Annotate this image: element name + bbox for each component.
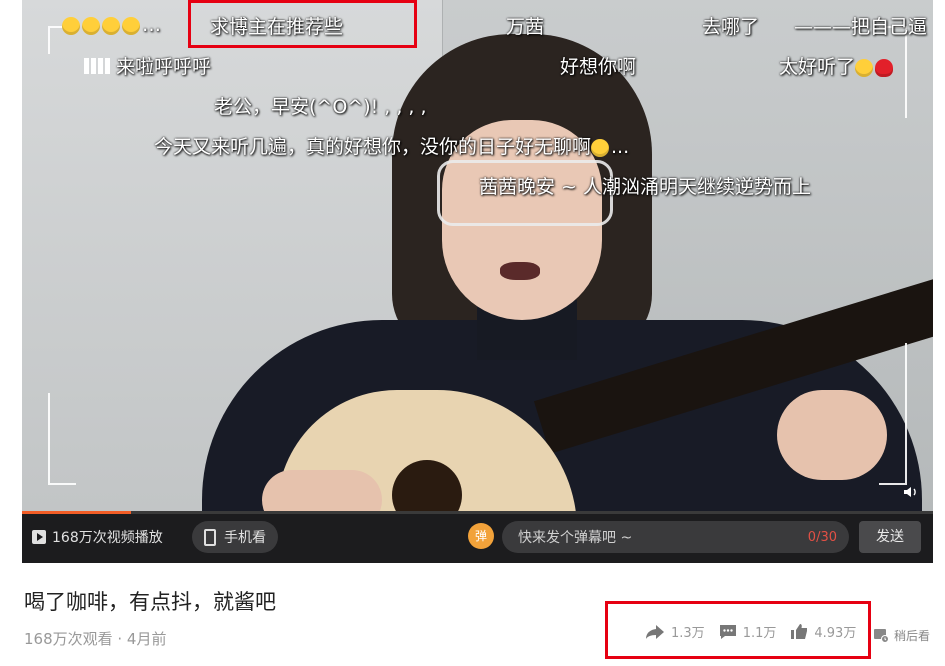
danmaku-emoji-row: … — [62, 14, 161, 36]
danmaku-text: ... — [611, 136, 630, 158]
player-control-bar: 168万次视频播放 手机看 弹 快来发个弹幕吧 ~ 0/30 发送 — [22, 511, 933, 563]
mouth — [500, 262, 540, 280]
danmaku-item-with-emoji: 今天又来听几遍，真的好想你，没你的日子好无聊啊... — [154, 132, 629, 159]
danmaku-item: 茜茜晚安 ~ 人潮汹涌明天继续逆势而上 — [479, 176, 811, 198]
highlight-box-actions — [605, 601, 871, 659]
hand-left — [262, 470, 382, 511]
play-count-text: 168万次视频播放 — [52, 530, 163, 546]
bars-icon — [84, 57, 112, 79]
danmaku-input[interactable]: 快来发个弹幕吧 ~ 0/30 — [502, 521, 849, 553]
heart-icon — [875, 58, 894, 77]
danmaku-text: … — [142, 14, 161, 36]
danmaku-item: 好想你啊 — [560, 56, 637, 78]
frame-corner-br — [879, 343, 907, 485]
danmaku-placeholder: 快来发个弹幕吧 ~ — [518, 530, 633, 546]
phone-icon — [204, 528, 216, 546]
highlight-box-danmaku — [188, 0, 417, 48]
volume-icon[interactable] — [903, 485, 919, 499]
play-count: 168万次视频播放 — [32, 527, 163, 547]
danmaku-item: ———把自己逼 — [794, 16, 928, 38]
video-meta: 168万次观看 · 4月前 — [24, 630, 167, 648]
play-icon — [32, 530, 46, 544]
emoji-icon — [62, 16, 80, 35]
danmaku-item-with-bars: 来啦呼呼呼 — [84, 52, 211, 79]
watch-later-button[interactable]: 稍后看 — [873, 627, 930, 644]
danmaku-text: 今天又来听几遍，真的好想你，没你的日子好无聊啊 — [154, 136, 592, 158]
progress-bar[interactable] — [22, 511, 933, 514]
danmaku-text: 太好听了 — [779, 56, 856, 78]
worried-emoji-icon — [591, 138, 610, 157]
danmaku-avatar[interactable]: 弹 — [468, 523, 494, 549]
kiss-emoji-icon — [855, 58, 874, 77]
emoji-icon — [122, 16, 140, 35]
mobile-watch-button[interactable]: 手机看 — [192, 521, 278, 553]
danmaku-item-with-emoji: 太好听了 — [779, 52, 895, 79]
video-player[interactable]: … 求博主在推荐些 万茜 去哪了 ———把自己逼 来啦呼呼呼 好想你啊 太好听了… — [22, 0, 933, 511]
danmaku-char-counter: 0/30 — [807, 529, 837, 545]
danmaku-item: 去哪了 — [702, 16, 760, 38]
progress-fill — [22, 511, 132, 514]
video-title: 喝了咖啡，有点抖，就酱吧 — [24, 590, 276, 614]
emoji-icon — [102, 16, 120, 35]
mobile-watch-label: 手机看 — [224, 530, 266, 546]
hand-right — [777, 390, 887, 480]
frame-corner-bl — [48, 393, 76, 485]
danmaku-text: 来啦呼呼呼 — [116, 56, 212, 78]
danmaku-item: 老公，早安(^O^)! , , , , — [214, 96, 427, 118]
watch-later-label: 稍后看 — [894, 629, 931, 643]
send-button[interactable]: 发送 — [859, 521, 921, 553]
danmaku-item: 万茜 — [506, 16, 545, 38]
emoji-icon — [82, 16, 100, 35]
watch-later-icon — [874, 629, 889, 643]
